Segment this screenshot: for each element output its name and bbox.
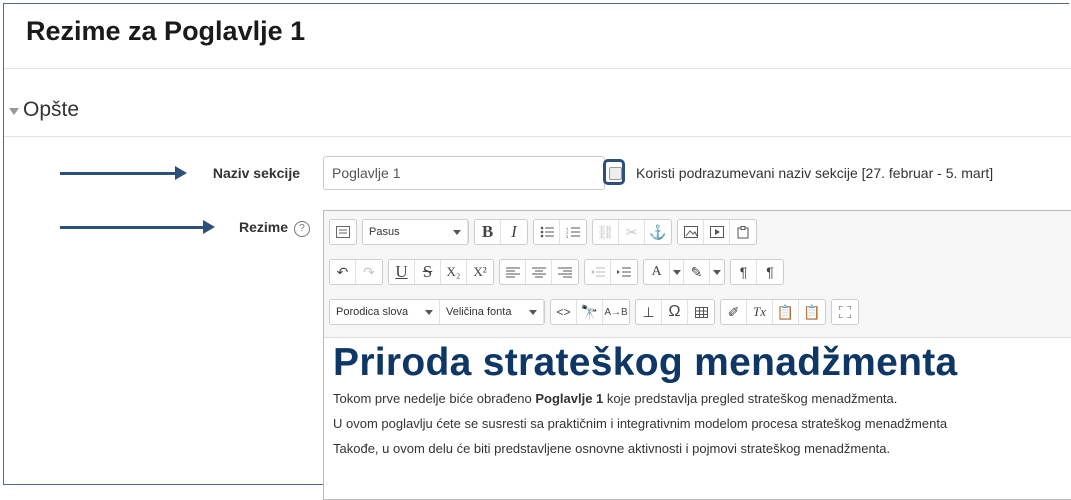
use-default-name-checkbox[interactable] [609,167,622,180]
page-title: Rezime za Poglavlje 1 [26,16,306,46]
unlink-icon[interactable]: ✂ [619,220,645,244]
summary-label-row: Rezime? [210,219,310,237]
toolbar-row-2: ↶ ↷ U S X₂ X² A ✎ ¶ ¶ [329,258,789,286]
editor-content[interactable]: Priroda strateškog menadžmenta Tokom prv… [333,341,1071,456]
align-right-icon[interactable] [552,260,578,284]
help-icon[interactable]: ? [294,221,310,237]
content-paragraph-3: Takođe, u ovom delu će biti predstavljen… [333,441,891,456]
content-paragraph-1: Tokom prve nedelje biće obrađeno Poglavl… [333,391,898,406]
strikethrough-button[interactable]: S [415,260,441,284]
paragraph-format-select[interactable]: Pasus [363,220,468,244]
replace-icon[interactable]: A→B [603,300,629,324]
paste-icon[interactable] [730,220,756,244]
toolbar-row-1: Pasus B I 123 ⛓ ✂ ⚓ [329,218,762,246]
superscript-button[interactable]: X² [467,260,493,284]
section-title: Opšte [23,98,80,121]
rich-text-editor[interactable]: Pasus B I 123 ⛓ ✂ ⚓ ↶ ↷ U S X₂ X² A ✎ ¶ … [323,210,1071,500]
link-icon[interactable]: ⛓ [593,220,619,244]
paste-text-icon[interactable]: 📋 [773,300,799,324]
content-heading: Priroda strateškog menadžmenta [333,341,958,384]
align-left-icon[interactable] [500,260,526,284]
background-color-dropdown-icon[interactable] [710,260,724,284]
section-name-input[interactable] [323,156,605,190]
italic-button[interactable]: I [501,220,527,244]
text-color-button[interactable]: A [644,260,670,284]
ltr-icon[interactable]: ¶ [731,260,757,284]
font-family-select[interactable]: Porodica slova [330,300,440,324]
content-paragraph-2: U ovom poglavlju ćete se susresti sa pra… [333,416,948,431]
bullet-list-icon[interactable] [534,220,560,244]
anchor-icon[interactable]: ⚓ [645,220,671,244]
summary-label: Rezime [238,219,288,235]
numbered-list-icon[interactable]: 123 [560,220,586,244]
outdent-icon[interactable] [585,260,611,284]
rtl-icon[interactable]: ¶ [757,260,783,284]
annotation-arrow-icon [60,166,187,180]
insert-char-icon[interactable]: ⊥ [636,300,662,324]
media-icon[interactable] [704,220,730,244]
svg-text:3: 3 [566,234,569,238]
use-default-name-label: Koristi podrazumevani naziv sekcije [27.… [636,165,994,181]
collapse-caret-icon[interactable] [9,107,19,115]
image-icon[interactable] [678,220,704,244]
editor-toolbar: Pasus B I 123 ⛓ ✂ ⚓ ↶ ↷ U S X₂ X² A ✎ ¶ … [324,211,1071,338]
undo-icon[interactable]: ↶ [330,260,356,284]
fullscreen-icon[interactable] [832,300,858,324]
divider [4,68,1071,69]
background-color-icon[interactable]: ✎ [684,260,710,284]
align-center-icon[interactable] [526,260,552,284]
toolbar-toggle-icon[interactable] [330,220,356,244]
paste-word-icon[interactable]: 📋 [799,300,825,324]
underline-button[interactable]: U [389,260,415,284]
toolbar-row-3: Porodica slova Veličina fonta <> 🔭 A→B ⊥… [329,298,864,326]
divider [4,136,1071,137]
use-default-name-checkbox-highlight[interactable] [603,159,625,185]
subscript-button[interactable]: X₂ [441,260,467,284]
clear-format-button[interactable]: Tx [747,300,773,324]
font-size-select[interactable]: Veličina fonta [440,300,544,324]
brush-icon[interactable]: ✐ [721,300,747,324]
omega-button[interactable]: Ω [662,300,688,324]
annotation-arrow-icon [60,220,215,234]
section-header-general[interactable]: Opšte [9,98,79,122]
find-icon[interactable]: 🔭 [577,300,603,324]
indent-icon[interactable] [611,260,637,284]
redo-icon[interactable]: ↷ [356,260,382,284]
section-name-label: Naziv sekcije [212,165,300,181]
text-color-dropdown-icon[interactable] [670,260,684,284]
code-button[interactable]: <> [551,300,577,324]
table-icon[interactable] [688,300,714,324]
bold-button[interactable]: B [475,220,501,244]
